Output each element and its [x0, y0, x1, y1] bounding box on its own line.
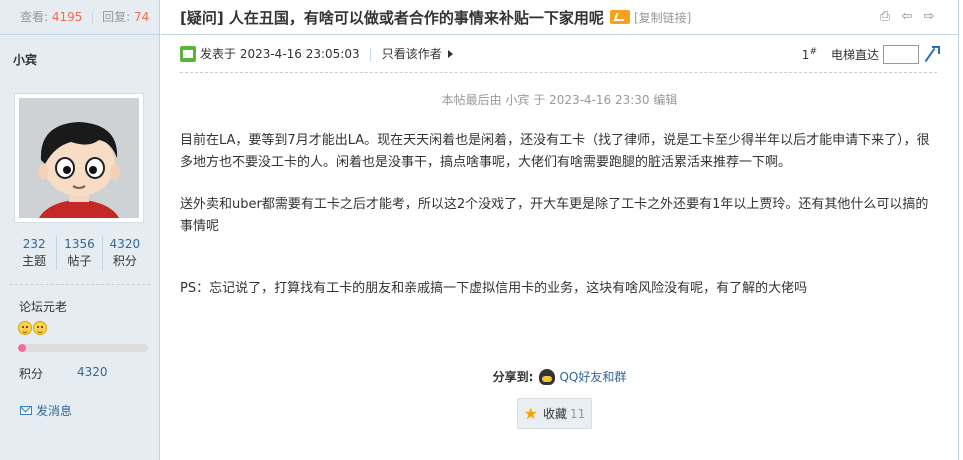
send-message-row: 发消息	[20, 402, 159, 419]
count-value: 4320	[109, 237, 141, 251]
hot-badge-icon	[609, 10, 630, 24]
score-row: 积分 4320	[19, 365, 159, 382]
replies-label: 回复:	[102, 10, 131, 24]
thread-tools: ⎙ ⇦ ⇨	[878, 10, 936, 24]
next-thread-icon[interactable]: ⇨	[922, 10, 936, 24]
floor-sup: #	[809, 47, 817, 57]
right-edge	[958, 0, 963, 460]
post-paragraph: PS：忘记说了，打算找有工卡的朋友和亲戚搞一下虚拟信用卡的业务，这块有啥风险没有…	[180, 281, 808, 296]
share-label: 分享到:	[492, 370, 534, 384]
rank-title[interactable]: 论坛元老	[19, 298, 159, 315]
stats-separator: |	[90, 10, 95, 24]
count-credits[interactable]: 4320 积分	[103, 236, 147, 270]
count-label: 帖子	[67, 254, 92, 268]
replies-count: 74	[134, 10, 150, 24]
copy-link-button[interactable]: [复制链接]	[634, 9, 691, 26]
floor-box: 1# 电梯直达	[802, 45, 940, 64]
elevator-input[interactable]	[883, 45, 919, 64]
send-message-link[interactable]: 发消息	[36, 402, 72, 419]
post-date: 发表于 2023-4-16 23:05:03	[200, 47, 360, 61]
favorite-label: 收藏	[543, 407, 568, 421]
author-counts: 232 主题 1356 帖子 4320 积分	[12, 236, 147, 270]
count-posts[interactable]: 1356 帖子	[57, 236, 103, 270]
star-icon: ★	[523, 403, 539, 423]
thread-stats: 查看: 4195 | 回复: 74	[0, 0, 159, 35]
count-value: 1356	[64, 237, 95, 251]
post-paragraph: 目前在LA，要等到7月才能出LA。现在天天闲着也是闲着，还没有工卡（找了律师，说…	[180, 133, 930, 170]
triangle-right-icon	[447, 49, 453, 58]
post-main: [疑问] 人在丑国，有啥可以做或者合作的事情来补贴一下家用呢 [复制链接] ⎙ …	[161, 0, 958, 460]
online-status-icon	[180, 45, 196, 62]
floor-number[interactable]: 1#	[802, 47, 817, 62]
edited-note: 本帖最后由 小宾 于 2023-4-16 23:30 编辑	[441, 93, 678, 107]
elevator-go-icon[interactable]	[923, 45, 940, 64]
rank-progress-bar	[18, 344, 148, 352]
author-name[interactable]: 小宾	[13, 53, 37, 67]
post-content: 目前在LA，要等到7月才能出LA。现在天天闲着也是闲着，还没有工卡（找了律师，说…	[180, 130, 937, 300]
thread-title-row: [疑问] 人在丑国，有啥可以做或者合作的事情来补贴一下家用呢 [复制链接] ⎙ …	[161, 0, 958, 35]
elevator-label: 电梯直达	[830, 48, 879, 62]
qq-icon	[539, 368, 556, 385]
thread-title: [疑问] 人在丑国，有啥可以做或者合作的事情来补贴一下家用呢	[180, 8, 604, 27]
share-row: 分享到: QQ好友和群	[161, 368, 958, 385]
rank-progress-fill	[18, 344, 26, 352]
only-author-link[interactable]: 只看该作者	[382, 45, 442, 62]
score-value: 4320	[77, 365, 108, 379]
avatar-cartoon-icon	[19, 98, 139, 218]
views-label: 查看:	[20, 10, 49, 24]
prev-thread-icon[interactable]: ⇦	[900, 10, 914, 24]
smiley-icon	[33, 321, 47, 335]
favorite-button[interactable]: ★ 收藏 11	[517, 398, 592, 429]
avatar[interactable]	[14, 93, 144, 223]
rank-icons	[18, 321, 159, 339]
avatar-image	[19, 98, 139, 218]
views-count: 4195	[51, 10, 83, 24]
count-value: 232	[22, 237, 46, 251]
count-label: 主题	[22, 254, 47, 268]
meta-separator: |	[368, 46, 373, 61]
author-name-row: 小宾	[0, 35, 159, 81]
mail-icon	[20, 406, 32, 415]
share-qq-link[interactable]: QQ好友和群	[559, 368, 626, 385]
favorite-count: 11	[570, 406, 586, 421]
count-label: 积分	[112, 254, 137, 268]
count-threads[interactable]: 232 主题	[12, 236, 58, 270]
sidebar-divider	[10, 284, 150, 285]
author-sidebar: 查看: 4195 | 回复: 74 小宾 232 主题 1356 帖子 4320…	[0, 0, 160, 460]
print-icon[interactable]: ⎙	[878, 10, 892, 24]
post-paragraph: 送外卖和uber都需要有工卡之后才能考，所以这2个没戏了，开大车更是除了工卡之外…	[180, 197, 929, 234]
score-label: 积分	[19, 367, 44, 381]
smiley-icon	[18, 321, 32, 335]
post-meta-row: 发表于 2023-4-16 23:05:03 | 只看该作者 1# 电梯直达	[180, 35, 940, 73]
